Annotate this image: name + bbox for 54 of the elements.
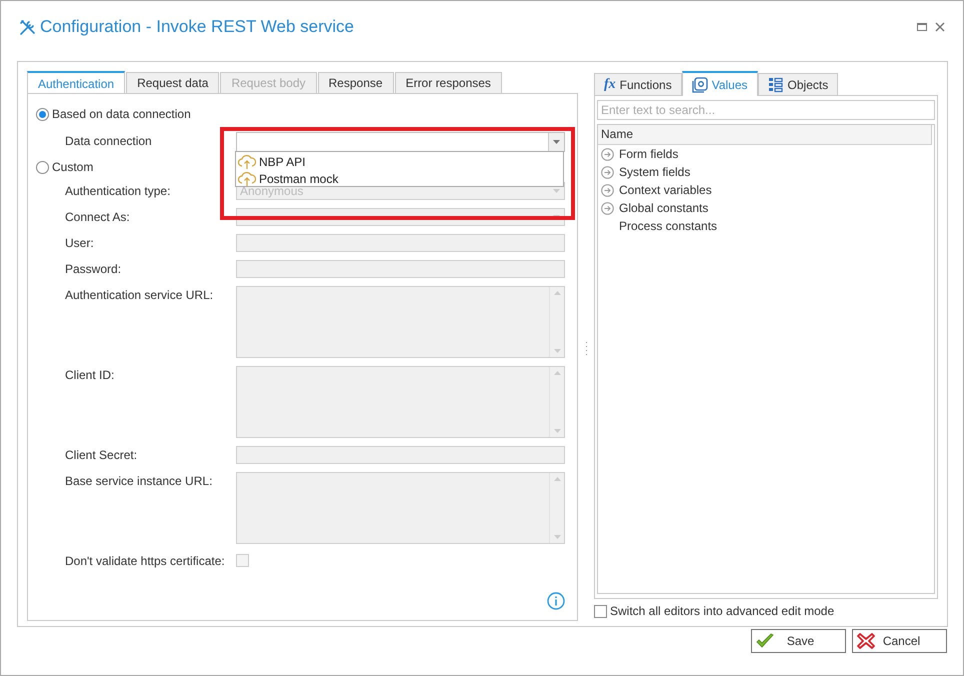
radio-button[interactable] (36, 160, 49, 174)
scroll-down-icon (554, 429, 560, 433)
tab[interactable]: Authentication (27, 71, 126, 94)
checkbox-label: Switch all editors into advanced edit mode (610, 604, 834, 618)
tree-item[interactable]: Form fields (619, 147, 678, 161)
field-label: Don't validate https certificate: (65, 553, 226, 570)
field-label: Authentication type: (65, 183, 172, 200)
field-label: Password: (65, 261, 122, 278)
radio-button[interactable] (36, 108, 49, 120)
search-field[interactable]: Enter text to search... (597, 100, 935, 120)
field-label: Base service instance URL: (65, 473, 214, 490)
save-button[interactable]: Save (751, 629, 846, 653)
cloud-upload-icon (238, 154, 256, 170)
tab[interactable]: Error responses (394, 72, 502, 93)
field-label: Authentication service URL: (65, 287, 214, 304)
field-label: User: (65, 235, 95, 252)
scroll-up-icon (554, 477, 560, 481)
scroll-down-icon (554, 535, 560, 539)
column-header[interactable]: Name (598, 125, 932, 145)
dropdown-option[interactable]: NBP API (259, 154, 306, 168)
tab[interactable]: Values (682, 71, 758, 96)
field-label: Client Secret: (65, 447, 138, 464)
cloud-upload-icon (238, 170, 256, 186)
info-icon[interactable] (547, 592, 565, 610)
dropdown-field[interactable] (236, 132, 565, 152)
tools-icon (19, 18, 36, 36)
tab[interactable]: fx Functions (594, 73, 682, 95)
cancel-button[interactable]: Cancel (852, 629, 947, 653)
radio-label: Based on data connection (52, 107, 191, 121)
tree-item[interactable]: Global constants (619, 201, 708, 215)
caret-icon (553, 215, 560, 219)
tab[interactable]: Objects (758, 73, 838, 95)
maximize-icon[interactable] (917, 22, 927, 32)
field-label: Client ID: (65, 367, 116, 384)
radio-label: Custom (52, 160, 94, 174)
tab[interactable]: Request data (126, 72, 220, 93)
window-title: Configuration - Invoke REST Web service (40, 17, 356, 37)
scroll-up-icon (554, 371, 560, 375)
tree-item[interactable]: Context variables (619, 183, 712, 197)
tree-item[interactable]: Process constants (619, 219, 718, 233)
caret-icon (553, 140, 560, 144)
cross-icon (857, 633, 875, 649)
close-icon[interactable] (935, 22, 945, 32)
checkbox[interactable] (594, 604, 607, 618)
list-icon (768, 76, 784, 92)
tree-item[interactable]: System fields (619, 165, 690, 179)
scroll-down-icon (554, 349, 560, 353)
scroll-up-icon (554, 291, 560, 295)
tab[interactable]: Response (318, 72, 394, 93)
checkmark-icon (756, 633, 774, 649)
values-icon (692, 76, 708, 92)
field-label: Data connection (65, 133, 153, 150)
field-label: Connect As: (65, 209, 131, 226)
caret-icon (553, 189, 560, 193)
